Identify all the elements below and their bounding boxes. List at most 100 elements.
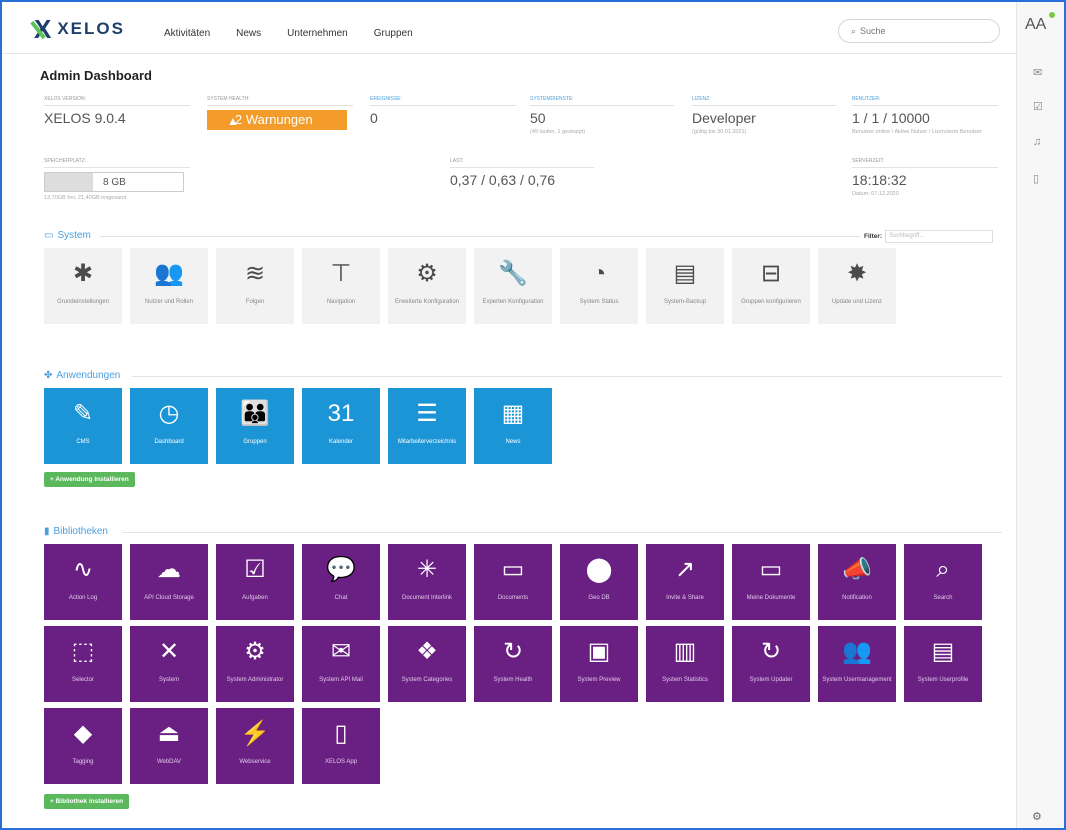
tile-label: Search: [933, 595, 953, 601]
news-icon: ▦: [501, 400, 525, 427]
tile-system-userprofile[interactable]: ▤ System Userprofile: [904, 626, 982, 702]
tile-invite-share[interactable]: ↗ Invite & Share: [646, 544, 724, 620]
tile-system-status[interactable]: ◔ System Status: [560, 248, 638, 324]
search-input[interactable]: ⌕ Suche: [838, 19, 1000, 43]
tile-xelos-app[interactable]: ▯ XELOS App: [302, 708, 380, 784]
tile-label: Grundeinstellungen: [56, 299, 110, 305]
system-health-icon: ↻: [502, 638, 524, 665]
nav-item-gruppen[interactable]: Gruppen: [374, 28, 413, 39]
erweiterte-konfiguration-icon: ⚙: [416, 260, 438, 287]
install-library-button[interactable]: + Bibliothek installieren: [44, 794, 130, 809]
tile-label: System API Mail: [319, 677, 363, 683]
stat-server-time: Serverzeit: 18:18:32 Datum: 07.12.2020: [852, 158, 998, 198]
tile-search[interactable]: ⌕ Search: [904, 544, 982, 620]
tile-label: System Usermanagement: [822, 677, 892, 683]
install-app-button[interactable]: + Anwendung installieren: [44, 472, 135, 487]
settings-gear-icon[interactable]: ⚙: [1032, 810, 1042, 823]
tile-label: Mitarbeiterverzeichnis: [397, 439, 457, 445]
tile-grundeinstellungen[interactable]: ✱ Grundeinstellungen: [44, 248, 122, 324]
dashboard-icon: ◷: [158, 400, 180, 427]
monitor-icon: ▭: [44, 230, 54, 241]
tile-system-usermanagement[interactable]: 👥 System Usermanagement: [818, 626, 896, 702]
tile-action-log[interactable]: ∿ Action Log: [44, 544, 122, 620]
tile-meine-dokumente[interactable]: ▭ Meine Dokumente: [732, 544, 810, 620]
warning-icon: ▲: [227, 114, 239, 128]
action-log-icon: ∿: [72, 556, 94, 583]
nav-item-aktivitaeten[interactable]: Aktivitäten: [164, 28, 210, 39]
tile-label: Kalender: [328, 439, 354, 445]
tile-gruppen[interactable]: 👪 Gruppen: [216, 388, 294, 464]
bell-icon[interactable]: ♫: [1033, 136, 1041, 148]
mitarbeiterverzeichnis-icon: ☰: [416, 400, 438, 427]
avatar[interactable]: AA: [1025, 16, 1046, 34]
tile-system-administrator[interactable]: ⚙ System Administrator: [216, 626, 294, 702]
tile-label: Aufgaben: [242, 595, 268, 601]
tile-dashboard[interactable]: ◷ Dashboard: [130, 388, 208, 464]
gruppen-icon: 👪: [240, 400, 270, 427]
tile-nutzer-und-rollen[interactable]: 👥 Nutzer und Rollen: [130, 248, 208, 324]
tile-label: Action Log: [68, 595, 98, 601]
tile-update-und-lizenz[interactable]: ✸ Update und Lizenz: [818, 248, 896, 324]
tile-gruppen-konfigurieren[interactable]: ⊟ Gruppen konfigurieren: [732, 248, 810, 324]
tile-label: System Health: [493, 677, 533, 683]
tile-folgen[interactable]: ≋ Folgen: [216, 248, 294, 324]
tile-aufgaben[interactable]: ☑ Aufgaben: [216, 544, 294, 620]
tile-system-updater[interactable]: ↻ System Updater: [732, 626, 810, 702]
main-content: Admin Dashboard XELOS Version: XELOS 9.0…: [2, 54, 1016, 828]
search-placeholder: Suche: [860, 26, 886, 36]
aufgaben-icon: ☑: [244, 556, 266, 583]
stat-health: System Health: ▲ 2 Warnungen: [207, 96, 353, 130]
tile-navigation[interactable]: ⊤ Navigation: [302, 248, 380, 324]
tile-selector[interactable]: ⬚ Selector: [44, 626, 122, 702]
system-tiles: ✱ Grundeinstellungen 👥 Nutzer und Rollen ≋ Fo…: [44, 248, 896, 324]
invite-share-icon: ↗: [674, 556, 696, 583]
tile-system-api-mail[interactable]: ✉ System API Mail: [302, 626, 380, 702]
system-api-mail-icon: ✉: [330, 638, 352, 665]
storage-bar-fill: [45, 173, 93, 191]
stat-services: Systemdienste: 50 (49 laufen, 1 gestoppt…: [530, 96, 674, 136]
tasks-icon[interactable]: ☑: [1033, 100, 1043, 113]
folgen-icon: ≋: [244, 260, 266, 287]
inbox-icon[interactable]: ✉: [1033, 66, 1042, 79]
webservice-icon: ⚡: [240, 720, 270, 747]
tile-notification[interactable]: 📣 Notification: [818, 544, 896, 620]
nav-item-news[interactable]: News: [236, 28, 261, 39]
tile-system-health[interactable]: ↻ System Health: [474, 626, 552, 702]
tile-label: System Administrator: [226, 677, 284, 683]
kalender-icon: 31: [327, 400, 355, 427]
tile-kalender[interactable]: 31 Kalender: [302, 388, 380, 464]
tile-document-interlink[interactable]: ✳ Document Interlink: [388, 544, 466, 620]
system-status-icon: ◔: [591, 260, 607, 287]
tile-label: Geo DB: [588, 595, 610, 601]
tile-label: System: [158, 677, 179, 683]
nutzer-und-rollen-icon: 👥: [154, 260, 184, 287]
system-updater-icon: ↻: [760, 638, 782, 665]
tile-label: Webservice: [239, 759, 271, 765]
bookmark-icon[interactable]: ▯: [1033, 172, 1039, 185]
tile-experten-konfiguration[interactable]: 🔧 Experten Konfiguration: [474, 248, 552, 324]
tile-chat[interactable]: 💬 Chat: [302, 544, 380, 620]
tile-system-categories[interactable]: ❖ System Categories: [388, 626, 466, 702]
tile-label: CMS: [76, 439, 90, 445]
warning-badge[interactable]: ▲ 2 Warnungen: [207, 110, 347, 130]
tile-webdav[interactable]: ⏏ WebDAV: [130, 708, 208, 784]
tile-system-statistics[interactable]: ▥ System Statistics: [646, 626, 724, 702]
system-usermanagement-icon: 👥: [842, 638, 872, 665]
nav-item-unternehmen[interactable]: Unternehmen: [287, 28, 348, 39]
tile-system[interactable]: ✕ System: [130, 626, 208, 702]
tile-system-backup[interactable]: ▤ System-Backup: [646, 248, 724, 324]
tile-erweiterte-konfiguration[interactable]: ⚙ Erweiterte Konfiguration: [388, 248, 466, 324]
tile-system-preview[interactable]: ▣ System Preview: [560, 626, 638, 702]
tagging-icon: ◆: [73, 720, 93, 747]
filter-input[interactable]: Suchbegriff...: [885, 230, 994, 243]
xelos-logo[interactable]: X XELOS: [34, 16, 125, 42]
online-status-dot: [1049, 12, 1055, 18]
tile-webservice[interactable]: ⚡ Webservice: [216, 708, 294, 784]
tile-api-cloud-storage[interactable]: ☁ API Cloud Storage: [130, 544, 208, 620]
tile-geo-db[interactable]: ⬤ Geo DB: [560, 544, 638, 620]
tile-documents[interactable]: ▭ Documents: [474, 544, 552, 620]
tile-cms[interactable]: ✎ CMS: [44, 388, 122, 464]
tile-news[interactable]: ▦ News: [474, 388, 552, 464]
tile-tagging[interactable]: ◆ Tagging: [44, 708, 122, 784]
tile-mitarbeiterverzeichnis[interactable]: ☰ Mitarbeiterverzeichnis: [388, 388, 466, 464]
